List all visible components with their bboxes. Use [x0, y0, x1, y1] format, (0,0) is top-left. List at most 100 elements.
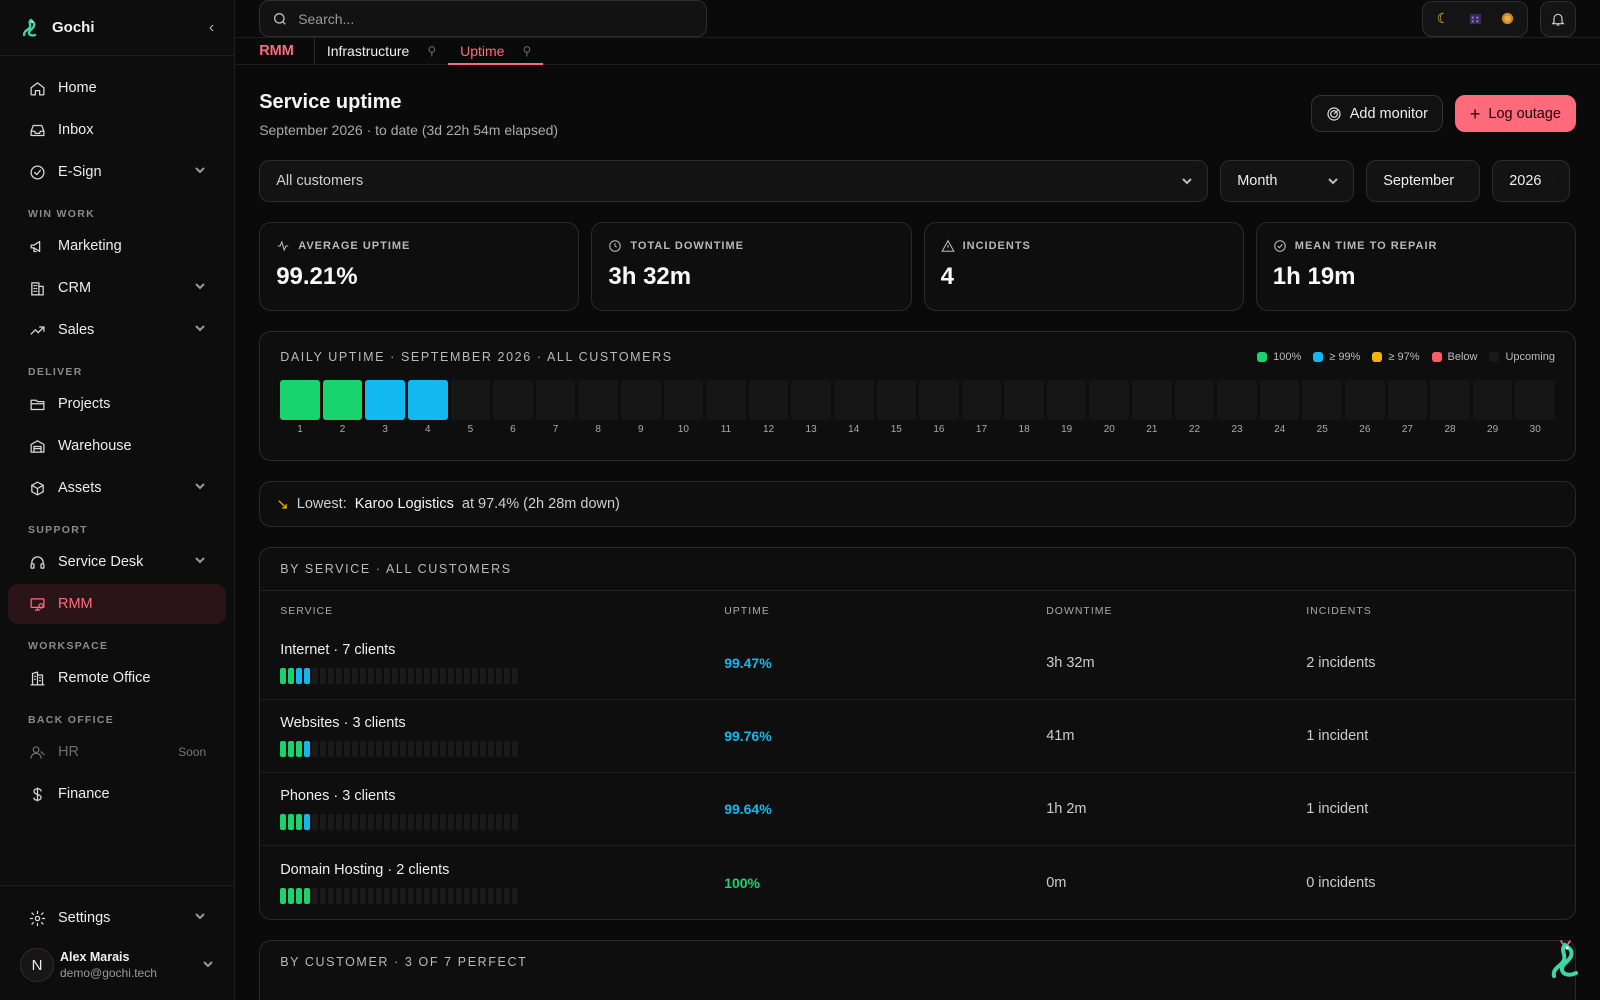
day-cell[interactable]: 26 [1345, 380, 1385, 435]
sidebar-item-e-sign[interactable]: E-Sign [8, 152, 226, 192]
day-cell[interactable]: 23 [1217, 380, 1257, 435]
by-service-header: BY SERVICE · ALL CUSTOMERS [260, 548, 1575, 591]
city-theme-icon[interactable] [1463, 7, 1487, 31]
collapse-sidebar-icon[interactable]: ‹ [209, 19, 214, 37]
table-row[interactable]: Phones · 3 clients 99.64% 1h 2m 1 incide… [260, 773, 1575, 846]
brand-name: Gochi [52, 19, 95, 36]
log-outage-button[interactable]: + Log outage [1454, 95, 1576, 132]
day-cell[interactable]: 7 [535, 380, 576, 435]
day-cell[interactable]: 5 [450, 380, 491, 435]
day-bar [368, 814, 375, 830]
pin-icon[interactable]: ⚲ [427, 44, 436, 58]
search-box[interactable] [259, 0, 708, 37]
day-bar [472, 668, 479, 684]
day-cell[interactable]: 29 [1472, 380, 1513, 435]
notifications-button[interactable] [1540, 0, 1576, 37]
add-monitor-button[interactable]: Add monitor [1310, 95, 1443, 132]
day-cell[interactable]: 3 [365, 380, 405, 435]
daily-uptime-card: DAILY UPTIME · SEPTEMBER 2026 · ALL CUST… [259, 331, 1576, 461]
day-cell[interactable]: 16 [919, 380, 959, 435]
sidebar-item-service-desk[interactable]: Service Desk [8, 542, 226, 582]
day-number: 17 [975, 424, 988, 435]
tab-uptime[interactable]: Uptime ⚲ [448, 38, 544, 65]
day-bar [504, 668, 511, 684]
by-customer-card: BY CUSTOMER · 3 OF 7 PERFECT [259, 940, 1576, 1000]
day-bar [352, 887, 359, 904]
search-input[interactable] [298, 10, 695, 27]
day-cell[interactable]: 14 [833, 380, 874, 435]
day-cell[interactable]: 25 [1302, 380, 1343, 435]
day-bar [392, 887, 399, 904]
lowest-customer-link[interactable]: Karoo Logistics [355, 496, 454, 512]
day-cell[interactable]: 13 [791, 380, 831, 435]
day-bar [472, 814, 479, 830]
day-cell[interactable]: 8 [578, 380, 618, 435]
day-cell[interactable]: 11 [706, 380, 746, 435]
day-cell[interactable]: 19 [1046, 380, 1087, 435]
table-row[interactable]: Websites · 3 clients 99.76% 41m 1 incide… [260, 700, 1575, 773]
day-cell[interactable]: 10 [663, 380, 704, 435]
module-label[interactable]: RMM [259, 38, 315, 64]
filters-row: All customers Month September 2026 [259, 160, 1576, 202]
period-select[interactable]: Month [1220, 160, 1355, 202]
day-cell[interactable]: 18 [1004, 380, 1044, 435]
page-subtitle: September 2026 · to date (3d 22h 54m ela… [259, 122, 559, 138]
tab-label: Uptime [460, 43, 505, 59]
service-name: Internet · 7 clients [280, 642, 396, 658]
sidebar-item-home[interactable]: Home [8, 68, 226, 108]
sidebar-item-finance[interactable]: Finance [8, 774, 226, 814]
day-cell[interactable]: 28 [1430, 380, 1470, 435]
day-cell[interactable]: 4 [407, 380, 448, 435]
sidebar-item-assets[interactable]: Assets [8, 468, 226, 508]
day-cell[interactable]: 12 [748, 380, 789, 435]
day-cell[interactable]: 15 [876, 380, 917, 435]
day-cell[interactable]: 27 [1387, 380, 1428, 435]
day-cell[interactable]: 1 [280, 380, 320, 435]
sidebar-item-projects[interactable]: Projects [8, 384, 226, 424]
day-bar [288, 887, 295, 904]
day-bar [392, 668, 399, 684]
sidebar-item-sales[interactable]: Sales [8, 310, 226, 350]
day-cell[interactable]: 20 [1089, 380, 1130, 435]
sidebar-item-hr[interactable]: HR Soon [8, 732, 226, 772]
table-row[interactable]: Internet · 7 clients 99.47% 3h 32m 2 inc… [260, 627, 1575, 700]
table-header: SERVICE UPTIME DOWNTIME INCIDENTS [260, 591, 1575, 627]
gochi-mascot-icon[interactable] [1546, 940, 1584, 980]
moon-icon[interactable]: ☾ [1431, 7, 1455, 31]
activity-icon [277, 240, 289, 252]
day-bar [400, 741, 407, 757]
day-square [1259, 380, 1300, 420]
sidebar-item-marketing[interactable]: Marketing [8, 226, 226, 266]
sidebar-item-rmm[interactable]: RMM [8, 584, 227, 624]
sidebar-item-settings[interactable]: Settings [8, 898, 226, 938]
day-bar [384, 668, 391, 684]
day-bar [280, 887, 287, 904]
day-cell[interactable]: 24 [1259, 380, 1300, 435]
day-cell[interactable]: 17 [961, 380, 1002, 435]
day-bar [512, 814, 519, 830]
sidebar-item-crm[interactable]: CRM [8, 268, 226, 308]
sun-theme-icon[interactable] [1495, 7, 1519, 31]
table-row[interactable]: Domain Hosting · 2 clients 100% 0m 0 inc… [260, 846, 1575, 919]
day-cell[interactable]: 30 [1515, 380, 1555, 435]
day-cell[interactable]: 21 [1132, 380, 1172, 435]
customer-select[interactable]: All customers [259, 160, 1209, 202]
pin-icon[interactable]: ⚲ [522, 44, 531, 58]
day-square [578, 380, 618, 420]
day-cell[interactable]: 22 [1174, 380, 1215, 435]
gochi-logo[interactable] [20, 17, 40, 38]
day-cell[interactable]: 2 [322, 380, 363, 435]
month-select[interactable]: September [1366, 160, 1481, 202]
day-bar [304, 887, 311, 904]
sidebar-item-inbox[interactable]: Inbox [8, 110, 226, 150]
theme-switcher: ☾ [1422, 0, 1528, 37]
day-cell[interactable]: 9 [620, 380, 661, 435]
year-select[interactable]: 2026 [1492, 160, 1571, 202]
tab-infrastructure[interactable]: Infrastructure ⚲ [315, 38, 448, 64]
day-cell[interactable]: 6 [493, 380, 533, 435]
sidebar-item-warehouse[interactable]: Warehouse [8, 426, 226, 466]
main-area: ☾ RMM Infrastructure ⚲ Uptime ⚲ [235, 0, 1600, 1000]
sidebar-item-remote-office[interactable]: Remote Office [8, 658, 226, 698]
day-bar [376, 814, 383, 830]
user-menu[interactable]: N Alex Marais demo@gochi.tech [0, 940, 234, 990]
